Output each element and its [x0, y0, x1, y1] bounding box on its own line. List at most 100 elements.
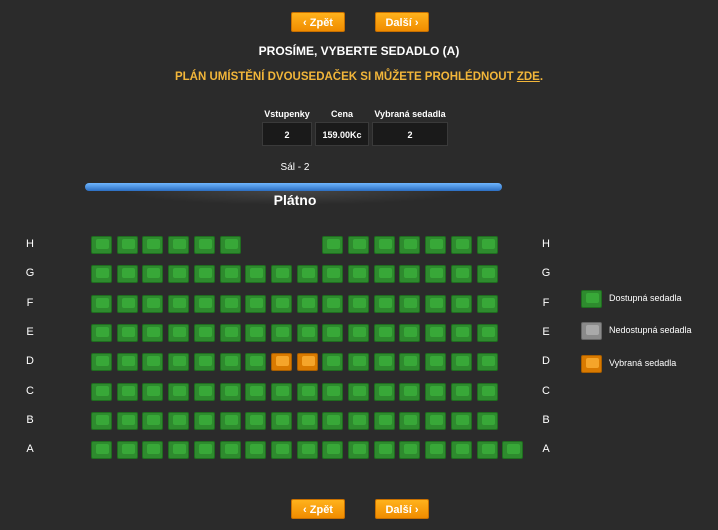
seat-F-8[interactable]	[271, 295, 292, 313]
seat-D-11[interactable]	[348, 353, 369, 371]
seat-H-12[interactable]	[374, 236, 395, 254]
seat-B-14[interactable]	[425, 412, 446, 430]
seat-F-13[interactable]	[399, 295, 420, 313]
seat-A-10[interactable]	[322, 441, 343, 459]
seat-F-16[interactable]	[477, 295, 498, 313]
seat-C-13[interactable]	[399, 383, 420, 401]
seat-E-8[interactable]	[271, 324, 292, 342]
seat-E-7[interactable]	[245, 324, 266, 342]
seat-F-9[interactable]	[297, 295, 318, 313]
seat-A-16[interactable]	[477, 441, 498, 459]
seat-B-10[interactable]	[322, 412, 343, 430]
seat-D-16[interactable]	[477, 353, 498, 371]
seat-G-9[interactable]	[297, 265, 318, 283]
seat-C-8[interactable]	[271, 383, 292, 401]
seat-E-11[interactable]	[348, 324, 369, 342]
seat-C-6[interactable]	[220, 383, 241, 401]
seat-D-14[interactable]	[425, 353, 446, 371]
seat-H-15[interactable]	[451, 236, 472, 254]
seat-C-2[interactable]	[117, 383, 138, 401]
seat-C-4[interactable]	[168, 383, 189, 401]
seat-E-16[interactable]	[477, 324, 498, 342]
seat-D-8[interactable]	[271, 353, 292, 371]
seat-B-15[interactable]	[451, 412, 472, 430]
seat-F-2[interactable]	[117, 295, 138, 313]
seat-G-5[interactable]	[194, 265, 215, 283]
seat-D-13[interactable]	[399, 353, 420, 371]
seat-A-6[interactable]	[220, 441, 241, 459]
seat-G-3[interactable]	[142, 265, 163, 283]
seat-C-12[interactable]	[374, 383, 395, 401]
seat-A-13[interactable]	[399, 441, 420, 459]
seat-G-15[interactable]	[451, 265, 472, 283]
seat-D-2[interactable]	[117, 353, 138, 371]
seat-H-6[interactable]	[220, 236, 241, 254]
seat-G-4[interactable]	[168, 265, 189, 283]
seat-F-12[interactable]	[374, 295, 395, 313]
seat-A-3[interactable]	[142, 441, 163, 459]
seat-B-2[interactable]	[117, 412, 138, 430]
seat-B-16[interactable]	[477, 412, 498, 430]
seat-B-13[interactable]	[399, 412, 420, 430]
seat-A-5[interactable]	[194, 441, 215, 459]
seat-H-16[interactable]	[477, 236, 498, 254]
seat-A-15[interactable]	[451, 441, 472, 459]
seat-E-5[interactable]	[194, 324, 215, 342]
seat-B-12[interactable]	[374, 412, 395, 430]
seat-G-7[interactable]	[245, 265, 266, 283]
seat-D-4[interactable]	[168, 353, 189, 371]
seat-G-13[interactable]	[399, 265, 420, 283]
seat-E-2[interactable]	[117, 324, 138, 342]
seat-A-12[interactable]	[374, 441, 395, 459]
seat-G-14[interactable]	[425, 265, 446, 283]
seat-F-10[interactable]	[322, 295, 343, 313]
seat-A-14[interactable]	[425, 441, 446, 459]
seat-D-6[interactable]	[220, 353, 241, 371]
seat-C-14[interactable]	[425, 383, 446, 401]
seat-C-10[interactable]	[322, 383, 343, 401]
seat-C-16[interactable]	[477, 383, 498, 401]
seat-G-10[interactable]	[322, 265, 343, 283]
seat-E-12[interactable]	[374, 324, 395, 342]
seat-F-5[interactable]	[194, 295, 215, 313]
seat-B-7[interactable]	[245, 412, 266, 430]
seat-F-4[interactable]	[168, 295, 189, 313]
seat-C-11[interactable]	[348, 383, 369, 401]
seat-E-9[interactable]	[297, 324, 318, 342]
seat-E-1[interactable]	[91, 324, 112, 342]
seat-B-11[interactable]	[348, 412, 369, 430]
seat-D-1[interactable]	[91, 353, 112, 371]
seat-C-1[interactable]	[91, 383, 112, 401]
seat-H-11[interactable]	[348, 236, 369, 254]
seat-D-12[interactable]	[374, 353, 395, 371]
seat-D-9[interactable]	[297, 353, 318, 371]
seat-D-7[interactable]	[245, 353, 266, 371]
seat-plan-link[interactable]: ZDE	[517, 71, 540, 83]
seat-E-13[interactable]	[399, 324, 420, 342]
seat-A-4[interactable]	[168, 441, 189, 459]
seat-E-4[interactable]	[168, 324, 189, 342]
seat-F-15[interactable]	[451, 295, 472, 313]
seat-E-14[interactable]	[425, 324, 446, 342]
seat-D-3[interactable]	[142, 353, 163, 371]
next-button-top[interactable]: Další ›	[375, 12, 429, 32]
seat-F-7[interactable]	[245, 295, 266, 313]
seat-G-6[interactable]	[220, 265, 241, 283]
seat-A-7[interactable]	[245, 441, 266, 459]
seat-H-4[interactable]	[168, 236, 189, 254]
seat-C-15[interactable]	[451, 383, 472, 401]
seat-H-13[interactable]	[399, 236, 420, 254]
seat-F-1[interactable]	[91, 295, 112, 313]
seat-G-11[interactable]	[348, 265, 369, 283]
seat-C-7[interactable]	[245, 383, 266, 401]
seat-D-10[interactable]	[322, 353, 343, 371]
seat-G-12[interactable]	[374, 265, 395, 283]
seat-A-9[interactable]	[297, 441, 318, 459]
seat-B-4[interactable]	[168, 412, 189, 430]
back-button-bottom[interactable]: ‹ Zpět	[291, 499, 345, 519]
seat-B-3[interactable]	[142, 412, 163, 430]
seat-E-3[interactable]	[142, 324, 163, 342]
seat-E-6[interactable]	[220, 324, 241, 342]
seat-C-3[interactable]	[142, 383, 163, 401]
seat-A-1[interactable]	[91, 441, 112, 459]
